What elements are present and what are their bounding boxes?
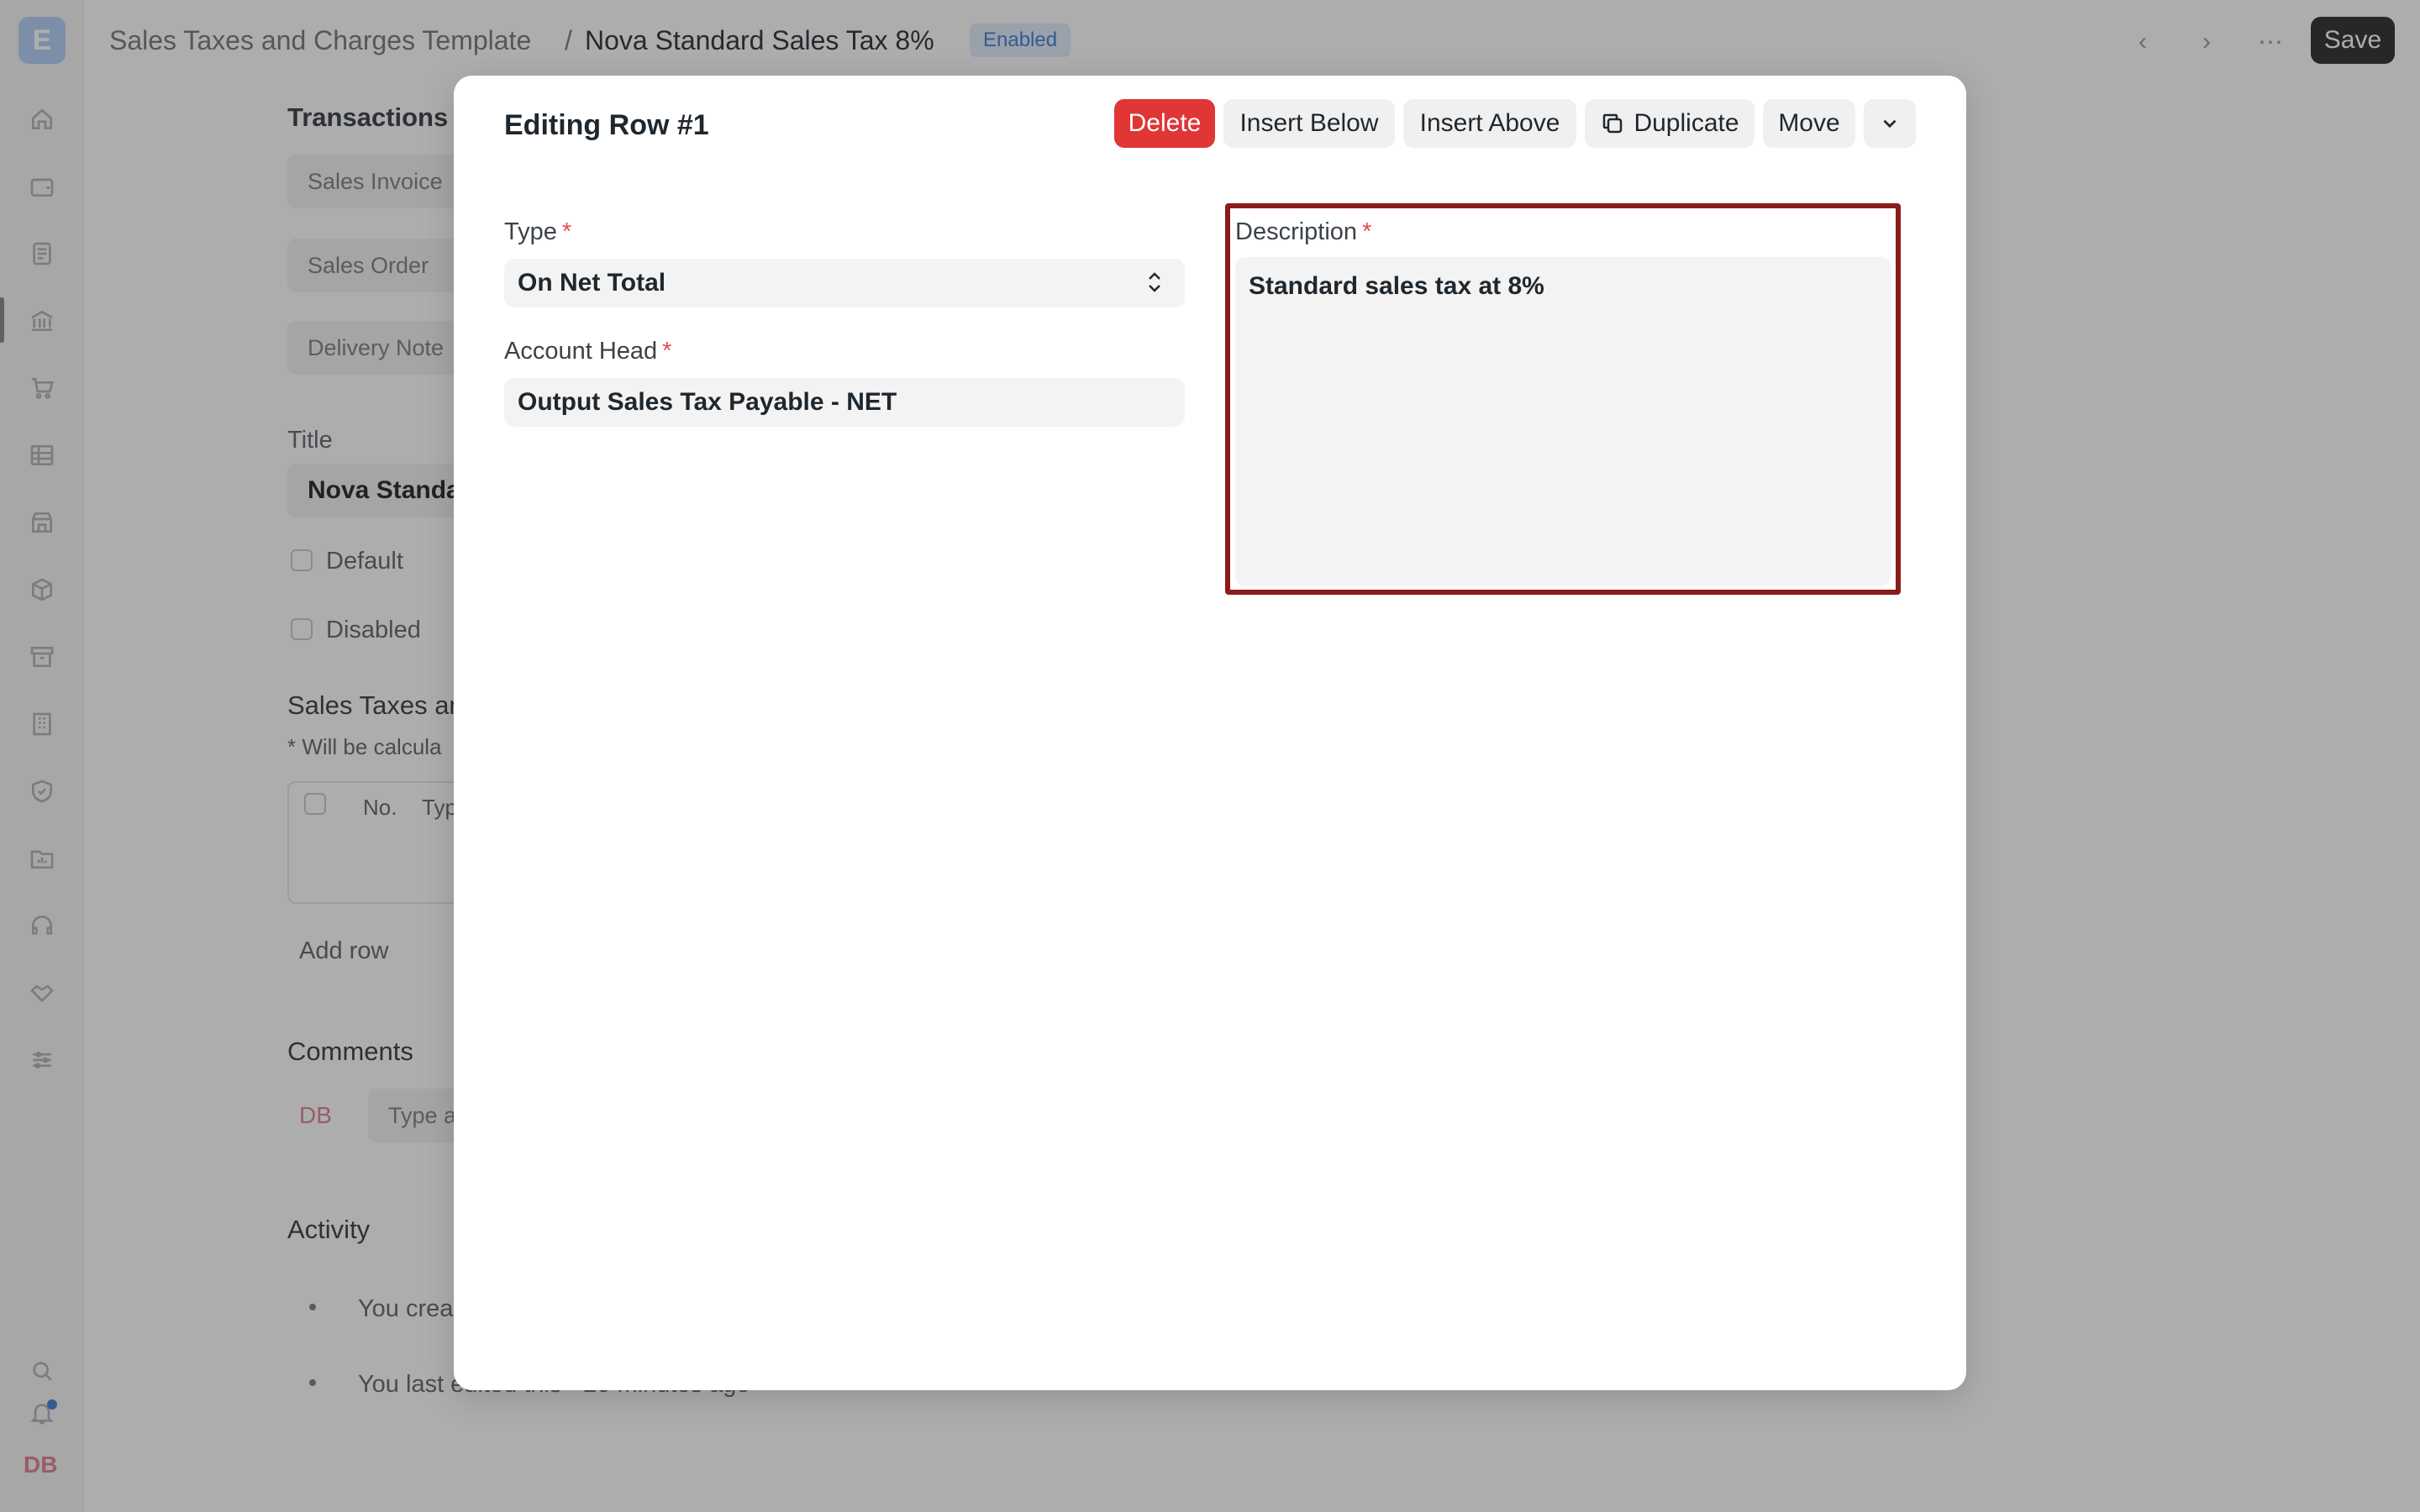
copy-icon [1603, 113, 1623, 134]
type-select[interactable]: On Net Total [504, 259, 1185, 307]
insert-above-button[interactable]: Insert Above [1403, 99, 1576, 148]
duplicate-button[interactable]: Duplicate [1585, 99, 1754, 148]
description-label: Description * [1235, 218, 1372, 245]
select-arrows-icon [1149, 272, 1160, 292]
edit-row-modal: Editing Row #1 Delete Insert Below Inser… [454, 76, 1966, 1390]
account-head-input[interactable]: Output Sales Tax Payable - NET [504, 378, 1185, 427]
chevron-down-icon [1883, 119, 1897, 129]
move-button[interactable]: Move [1763, 99, 1855, 148]
more-actions-button[interactable] [1864, 99, 1916, 148]
account-head-label: Account Head * [504, 338, 672, 365]
delete-button[interactable]: Delete [1114, 99, 1215, 148]
insert-below-button[interactable]: Insert Below [1223, 99, 1395, 148]
type-select-value: On Net Total [518, 269, 666, 297]
type-label: Type * [504, 218, 572, 245]
modal-title: Editing Row #1 [504, 109, 709, 141]
duplicate-label: Duplicate [1634, 109, 1739, 137]
